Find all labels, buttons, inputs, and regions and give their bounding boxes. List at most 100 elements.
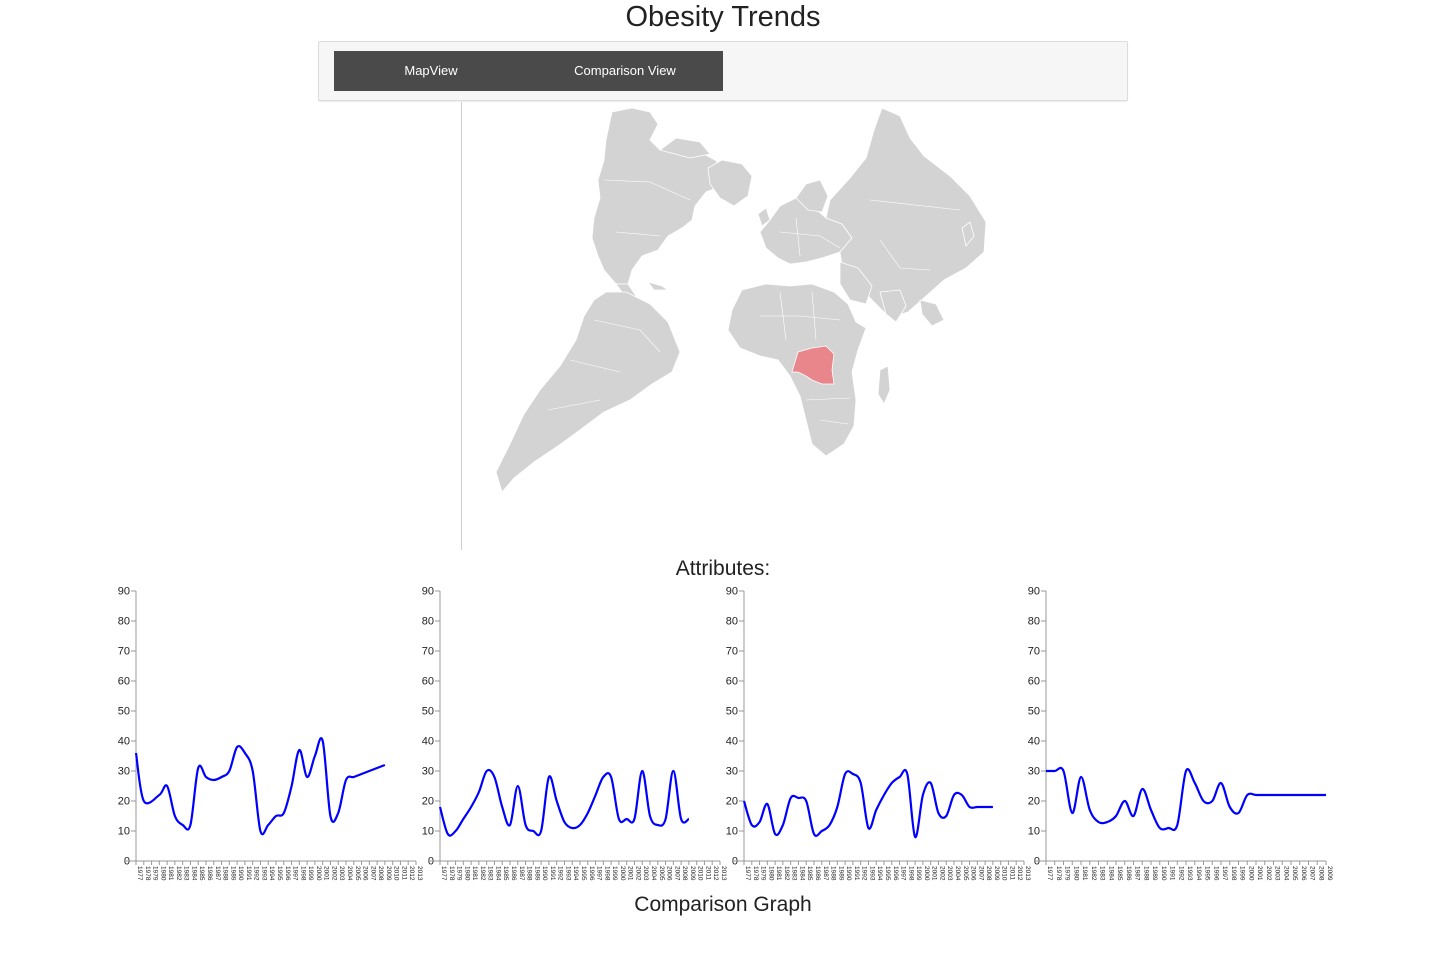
y-tick-label: 10 xyxy=(1028,826,1040,838)
line-chart-1: 0102030405060708090197719781979198019811… xyxy=(118,586,423,881)
x-tick-label: 1978 xyxy=(752,866,759,881)
x-tick-label: 2003 xyxy=(338,866,345,881)
map-region-india[interactable] xyxy=(879,289,907,323)
x-tick-label: 1991 xyxy=(1169,866,1176,881)
y-tick-label: 20 xyxy=(422,796,434,808)
x-tick-label: 2003 xyxy=(946,866,953,881)
x-tick-label: 1997 xyxy=(292,866,299,881)
y-tick-label: 20 xyxy=(118,796,130,808)
map-region-south-america[interactable] xyxy=(495,291,681,493)
x-tick-label: 2007 xyxy=(369,866,376,881)
world-map[interactable] xyxy=(462,102,1022,550)
x-tick-label: 1994 xyxy=(1195,866,1202,881)
x-tick-label: 1977 xyxy=(744,866,751,881)
x-tick-label: 1983 xyxy=(791,866,798,881)
x-tick-label: 2000 xyxy=(1247,866,1254,881)
x-tick-label: 2012 xyxy=(712,866,719,881)
x-tick-label: 2004 xyxy=(346,866,353,881)
y-tick-label: 70 xyxy=(422,646,434,658)
map-region-greenland[interactable] xyxy=(707,159,753,207)
x-tick-label: 2000 xyxy=(619,866,626,881)
x-tick-label: 1991 xyxy=(245,866,252,881)
x-tick-label: 1987 xyxy=(518,866,525,881)
x-tick-label: 2005 xyxy=(658,866,665,881)
x-tick-label: 2001 xyxy=(1256,866,1263,881)
x-tick-label: 1984 xyxy=(190,866,197,881)
x-tick-label: 1999 xyxy=(1239,866,1246,881)
series-line xyxy=(1045,766,1326,832)
x-tick-label: 1984 xyxy=(1107,866,1114,881)
x-tick-label: 2001 xyxy=(931,866,938,881)
y-tick-label: 50 xyxy=(1028,706,1040,718)
x-tick-label: 2010 xyxy=(697,866,704,881)
x-tick-label: 1982 xyxy=(175,866,182,881)
x-tick-label: 2010 xyxy=(1001,866,1008,881)
x-tick-label: 1980 xyxy=(767,866,774,881)
map-region-madagascar[interactable] xyxy=(877,365,891,405)
map-region-southeast-asia[interactable] xyxy=(919,299,945,327)
x-tick-label: 1997 xyxy=(1221,866,1228,881)
x-tick-label: 1989 xyxy=(837,866,844,881)
x-tick-label: 1987 xyxy=(214,866,221,881)
x-tick-label: 1993 xyxy=(1186,866,1193,881)
x-tick-label: 2000 xyxy=(923,866,930,881)
x-tick-label: 2008 xyxy=(985,866,992,881)
x-tick-label: 1996 xyxy=(892,866,899,881)
map-region-caribbean[interactable] xyxy=(647,281,669,291)
y-tick-label: 20 xyxy=(1028,796,1040,808)
y-tick-label: 60 xyxy=(118,676,130,688)
x-tick-label: 1993 xyxy=(868,866,875,881)
x-tick-label: 1990 xyxy=(237,866,244,881)
series-line xyxy=(134,737,386,836)
x-tick-label: 2002 xyxy=(634,866,641,881)
map-region-north-america[interactable] xyxy=(591,107,729,285)
x-tick-label: 2008 xyxy=(681,866,688,881)
x-tick-label: 2001 xyxy=(323,866,330,881)
x-tick-label: 1995 xyxy=(580,866,587,881)
y-tick-label: 80 xyxy=(118,616,130,628)
x-tick-label: 1979 xyxy=(760,866,767,881)
y-tick-label: 10 xyxy=(726,826,738,838)
page-title: Obesity Trends xyxy=(625,1,821,33)
y-tick-label: 80 xyxy=(1028,616,1040,628)
x-tick-label: 1999 xyxy=(307,866,314,881)
x-tick-label: 1982 xyxy=(1090,866,1097,881)
y-tick-label: 60 xyxy=(422,676,434,688)
x-tick-label: 1985 xyxy=(1116,866,1123,881)
x-tick-label: 1988 xyxy=(1142,866,1149,881)
view-tabs: MapView Comparison View xyxy=(334,51,723,91)
x-tick-label: 1986 xyxy=(814,866,821,881)
x-tick-label: 1983 xyxy=(183,866,190,881)
y-tick-label: 90 xyxy=(726,586,738,598)
x-tick-label: 1993 xyxy=(564,866,571,881)
x-tick-label: 1979 xyxy=(1064,866,1071,881)
y-tick-label: 50 xyxy=(726,706,738,718)
x-tick-label: 2008 xyxy=(1317,866,1324,881)
x-tick-label: 1980 xyxy=(463,866,470,881)
x-tick-label: 1991 xyxy=(549,866,556,881)
line-chart-3: 0102030405060708090197719781979198019811… xyxy=(726,586,1031,881)
x-tick-label: 2009 xyxy=(385,866,392,881)
x-tick-label: 2006 xyxy=(970,866,977,881)
x-tick-label: 1994 xyxy=(268,866,275,881)
tab-comparison-view[interactable]: Comparison View xyxy=(528,51,722,91)
x-tick-label: 1983 xyxy=(1099,866,1106,881)
tab-mapview[interactable]: MapView xyxy=(334,51,528,91)
y-tick-label: 30 xyxy=(1028,766,1040,778)
x-tick-label: 1982 xyxy=(479,866,486,881)
x-tick-label: 1995 xyxy=(884,866,891,881)
x-tick-label: 1987 xyxy=(1134,866,1141,881)
x-tick-label: 2005 xyxy=(1291,866,1298,881)
x-tick-label: 1981 xyxy=(1081,866,1088,881)
x-tick-label: 2000 xyxy=(315,866,322,881)
x-tick-label: 1985 xyxy=(502,866,509,881)
y-tick-label: 70 xyxy=(118,646,130,658)
x-tick-label: 1998 xyxy=(1230,866,1237,881)
y-tick-label: 60 xyxy=(1028,676,1040,688)
x-tick-label: 1996 xyxy=(588,866,595,881)
x-tick-label: 1981 xyxy=(167,866,174,881)
x-tick-label: 1978 xyxy=(1055,866,1062,881)
x-tick-label: 2004 xyxy=(650,866,657,881)
x-tick-label: 1999 xyxy=(611,866,618,881)
x-tick-label: 1992 xyxy=(861,866,868,881)
